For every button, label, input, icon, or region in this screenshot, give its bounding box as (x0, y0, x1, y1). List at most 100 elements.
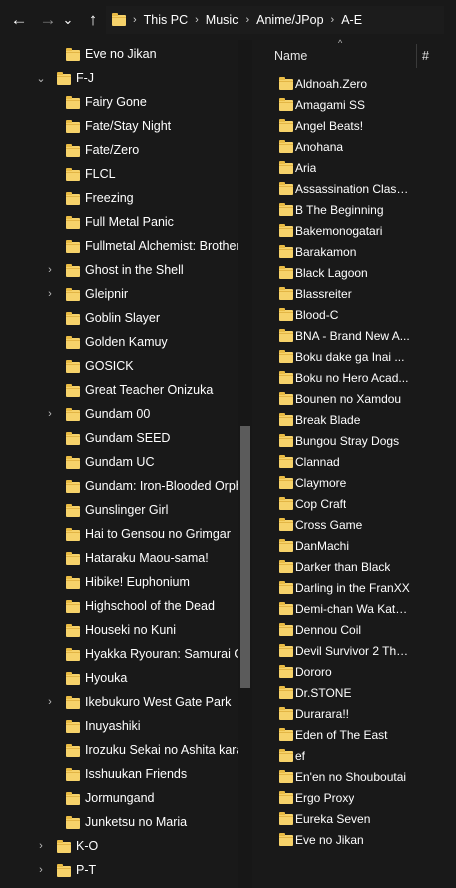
list-item[interactable]: DanMachi (252, 536, 456, 557)
tree-item[interactable]: Hataraku Maou-sama! (0, 547, 238, 571)
tree-item[interactable]: › Gleipnir (0, 283, 238, 307)
navigation-scrollbar[interactable] (238, 40, 252, 888)
tree-item[interactable]: Full Metal Panic (0, 211, 238, 235)
tree-item[interactable]: Great Teacher Onizuka (0, 379, 238, 403)
tree-item[interactable]: Inuyashiki (0, 715, 238, 739)
list-item[interactable]: Aria (252, 158, 456, 179)
tree-item[interactable]: › Gundam 00 (0, 403, 238, 427)
tree-item[interactable]: Gundam UC (0, 451, 238, 475)
tree-item-label: Freezing (85, 191, 134, 205)
up-button[interactable]: ↑ (82, 8, 104, 32)
back-button[interactable]: ← (8, 8, 30, 32)
tree-item[interactable]: Houseki no Kuni (0, 619, 238, 643)
tree-item[interactable]: Freezing (0, 187, 238, 211)
tree-item[interactable]: › P-T (0, 859, 238, 883)
list-item[interactable]: B The Beginning (252, 200, 456, 221)
list-item[interactable]: Darling in the FranXX (252, 578, 456, 599)
breadcrumb-item[interactable]: This PC (144, 13, 188, 27)
tree-item[interactable]: › K-O (0, 835, 238, 859)
tree-item[interactable]: ⌄ F-J (0, 67, 238, 91)
list-item[interactable]: Cross Game (252, 515, 456, 536)
list-item[interactable]: Durarara!! (252, 704, 456, 725)
tree-item[interactable]: GOSICK (0, 355, 238, 379)
list-item[interactable]: Bakemonogatari (252, 221, 456, 242)
list-item[interactable]: Black Lagoon (252, 263, 456, 284)
breadcrumb-item[interactable]: Music (206, 13, 239, 27)
list-item[interactable]: En'en no Shouboutai (252, 767, 456, 788)
tree-item[interactable]: Golden Kamuy (0, 331, 238, 355)
tree-item[interactable]: Fate/Stay Night (0, 115, 238, 139)
folder-icon (279, 770, 293, 783)
list-item[interactable]: ef (252, 746, 456, 767)
list-item[interactable]: Clannad (252, 452, 456, 473)
number-column-header[interactable]: # (422, 49, 429, 63)
recent-locations-icon[interactable]: ⌄ (61, 8, 75, 32)
list-item[interactable]: Boku no Hero Acad... (252, 368, 456, 389)
tree-item[interactable]: Gundam SEED (0, 427, 238, 451)
list-item[interactable]: Claymore (252, 473, 456, 494)
list-item[interactable]: Assassination Classr... (252, 179, 456, 200)
tree-item[interactable]: Gundam: Iron-Blooded Orph (0, 475, 243, 499)
scrollbar-thumb[interactable] (240, 426, 250, 688)
list-item[interactable]: Barakamon (252, 242, 456, 263)
tree-item[interactable]: Irozuku Sekai no Ashita kara (0, 739, 243, 763)
tree-item[interactable]: Isshuukan Friends (0, 763, 238, 787)
tree-item[interactable]: Hai to Gensou no Grimgar (0, 523, 238, 547)
tree-item[interactable]: Goblin Slayer (0, 307, 238, 331)
list-item[interactable]: Dr.STONE (252, 683, 456, 704)
tree-item[interactable]: Jormungand (0, 787, 238, 811)
list-item[interactable]: Eve no Jikan (252, 830, 456, 851)
tree-item[interactable]: Junketsu no Maria (0, 811, 238, 835)
name-column-header[interactable]: Name (274, 49, 307, 63)
chevron-down-icon[interactable]: ⌄ (35, 72, 47, 85)
folder-icon (279, 455, 293, 468)
list-item[interactable]: Demi-chan Wa Kata... (252, 599, 456, 620)
list-item[interactable]: Eureka Seven (252, 809, 456, 830)
list-item[interactable]: Ergo Proxy (252, 788, 456, 809)
tree-item[interactable]: Hyakka Ryouran: Samurai Gi (0, 643, 247, 667)
tree-item[interactable]: Eve no Jikan (0, 43, 238, 67)
chevron-right-icon[interactable]: › (44, 288, 56, 300)
tree-item[interactable]: Highschool of the Dead (0, 595, 238, 619)
breadcrumb-item[interactable]: Anime/JPop (256, 13, 323, 27)
list-item-label: Cop Craft (295, 497, 347, 511)
tree-item-label: Gundam: Iron-Blooded Orph (85, 479, 243, 493)
address-bar[interactable]: › This PC › Music › Anime/JPop › A-E (106, 6, 444, 34)
chevron-right-icon[interactable]: › (44, 696, 56, 708)
tree-item[interactable]: › Ikebukuro West Gate Park (0, 691, 238, 715)
tree-item[interactable]: › Ghost in the Shell (0, 259, 238, 283)
list-item[interactable]: BNA - Brand New A... (252, 326, 456, 347)
chevron-right-icon[interactable]: › (35, 864, 47, 876)
list-item[interactable]: Eden of The East (252, 725, 456, 746)
chevron-right-icon[interactable]: › (35, 840, 47, 852)
chevron-right-icon[interactable]: › (44, 408, 56, 420)
list-item[interactable]: Cop Craft (252, 494, 456, 515)
tree-item[interactable]: Hibike! Euphonium (0, 571, 238, 595)
list-item[interactable]: Devil Survivor 2 The... (252, 641, 456, 662)
chevron-right-icon[interactable]: › (44, 264, 56, 276)
column-divider[interactable] (416, 44, 417, 68)
list-item-label: Anohana (295, 140, 344, 154)
list-item[interactable]: Break Blade (252, 410, 456, 431)
breadcrumb-item[interactable]: A-E (341, 13, 362, 27)
tree-item[interactable]: FLCL (0, 163, 238, 187)
list-item[interactable]: Dennou Coil (252, 620, 456, 641)
list-item[interactable]: Darker than Black (252, 557, 456, 578)
list-item[interactable]: Blassreiter (252, 284, 456, 305)
list-item[interactable]: Bungou Stray Dogs (252, 431, 456, 452)
list-item[interactable]: Aldnoah.Zero (252, 74, 456, 95)
folder-icon (279, 686, 293, 699)
list-item[interactable]: Angel Beats! (252, 116, 456, 137)
tree-item[interactable]: Fate/Zero (0, 139, 238, 163)
tree-item[interactable]: Fullmetal Alchemist: Brother (0, 235, 241, 259)
tree-item[interactable]: Hyouka (0, 667, 238, 691)
list-item[interactable]: Dororo (252, 662, 456, 683)
list-item[interactable]: Boku dake ga Inai ... (252, 347, 456, 368)
forward-button[interactable]: → (37, 8, 59, 32)
list-item[interactable]: Blood-C (252, 305, 456, 326)
list-item[interactable]: Bounen no Xamdou (252, 389, 456, 410)
list-item[interactable]: Amagami SS (252, 95, 456, 116)
tree-item[interactable]: Fairy Gone (0, 91, 238, 115)
tree-item[interactable]: Gunslinger Girl (0, 499, 238, 523)
list-item[interactable]: Anohana (252, 137, 456, 158)
